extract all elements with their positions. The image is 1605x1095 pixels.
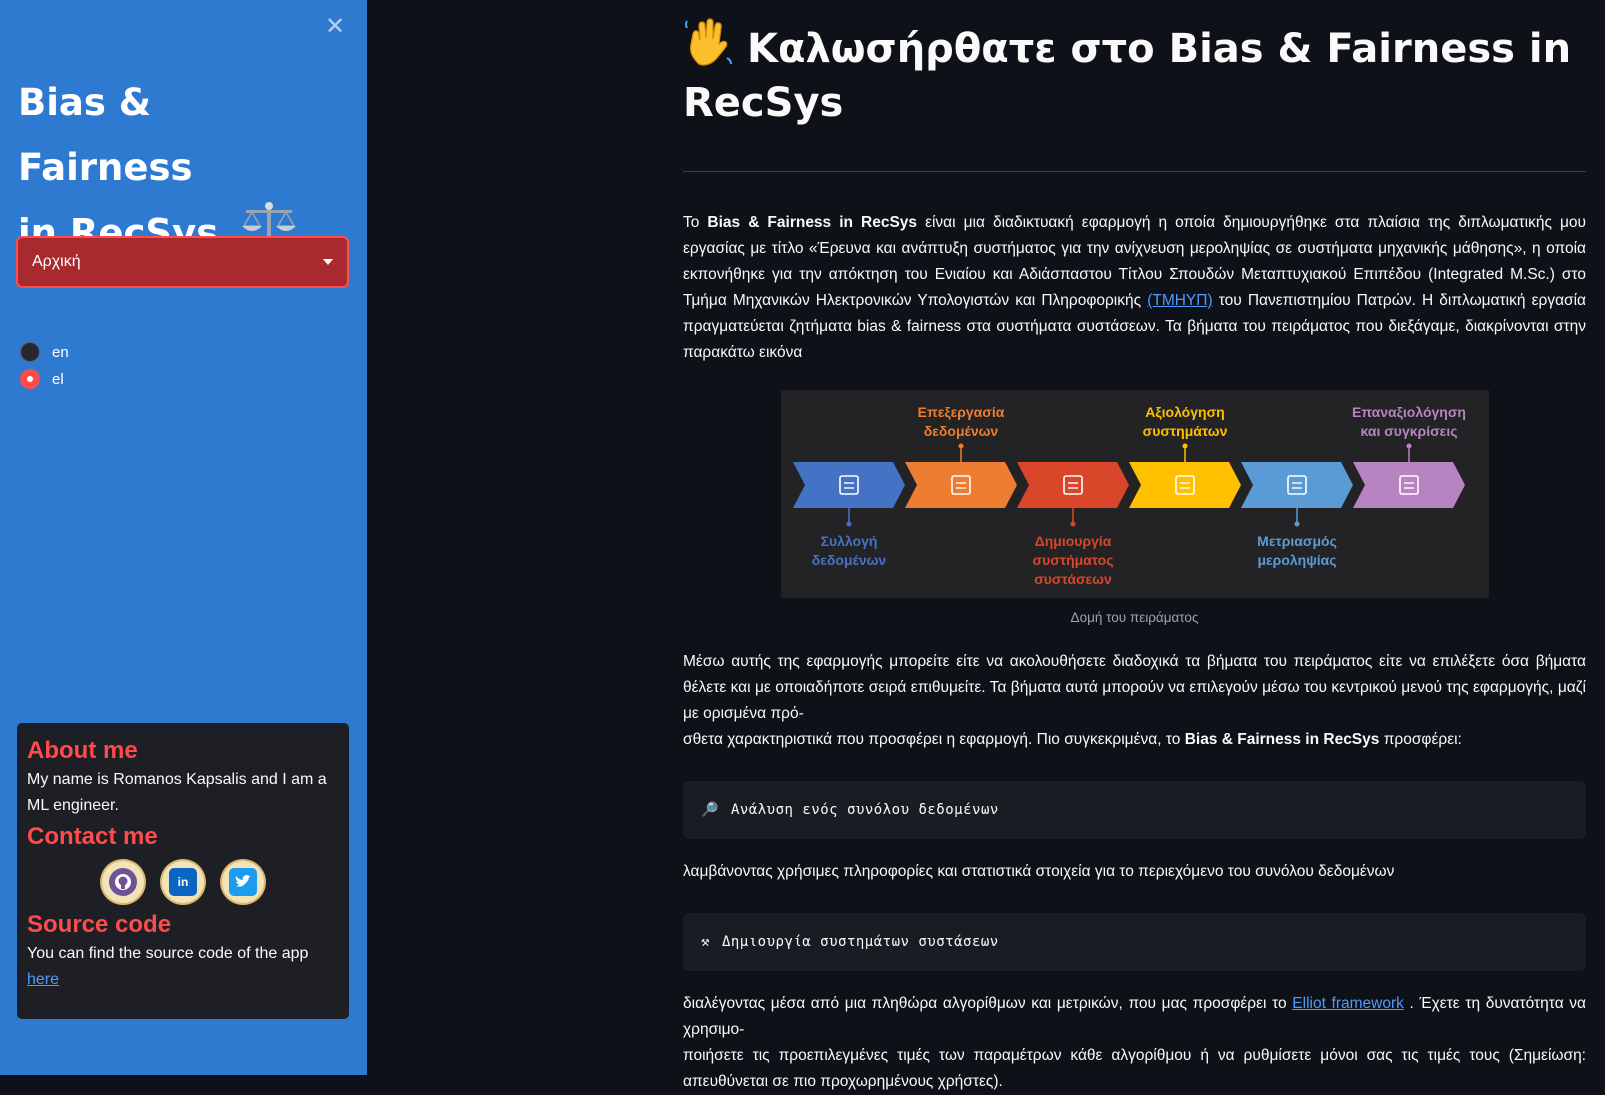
step-1: Συλλογή δεδομένων <box>792 462 905 568</box>
elliot-framework-link[interactable]: Elliot framework <box>1292 995 1404 1012</box>
feature2-text-1: διαλέγοντας μέσα από μια πληθώρα αλγορίθ… <box>683 995 1293 1012</box>
step-arrow <box>1240 462 1353 508</box>
step-arrow <box>1352 462 1465 508</box>
step-label: δεδομένων <box>923 423 998 439</box>
feature2-text-3: ποιήσετε τις προεπιλεγμένες τιμές των πα… <box>683 1047 1586 1090</box>
feature-label: Δημιουργία συστημάτων συστάσεων <box>721 934 999 950</box>
step-label: Αξιολόγηση <box>1145 404 1224 420</box>
source-heading: Source code <box>27 911 172 938</box>
step-4: Αξιολόγηση συστημάτων <box>1128 404 1241 508</box>
step-label: Επαναξιολόγηση <box>1352 404 1466 420</box>
language-option-en[interactable]: en <box>20 342 69 362</box>
twitter-icon[interactable] <box>222 861 264 903</box>
about-text: My name is Romanos Kapsalis and I am a M… <box>27 771 327 814</box>
step-label: Μετριασμός <box>1257 533 1337 549</box>
experiment-structure-figure: Συλλογή δεδομένων Επεξεργασία δεδομένων Δημι… <box>780 390 1489 598</box>
step-6: Επαναξιολόγηση και συγκρίσεις <box>1352 404 1466 508</box>
magnifier-icon: 🔎 <box>701 802 719 818</box>
close-sidebar-button[interactable]: ✕ <box>325 12 345 41</box>
figure-caption: Δομή του πειράματος <box>1070 610 1199 625</box>
step-arrow <box>1128 462 1241 508</box>
usage-text-3: προσφέρει: <box>1379 731 1462 748</box>
info-card: About me My name is Romanos Kapsalis and… <box>17 723 349 1019</box>
step-label: Επεξεργασία <box>917 404 1004 420</box>
github-icon[interactable] <box>102 861 144 903</box>
contact-heading: Contact me <box>27 823 158 850</box>
step-3: Δημιουργία συστήματος συστάσεων <box>1016 462 1129 587</box>
ceid-link[interactable]: (ΤΜΗΥΠ) <box>1147 292 1212 309</box>
linkedin-icon[interactable]: in <box>162 861 204 903</box>
language-label: el <box>52 370 64 388</box>
step-arrow <box>1016 462 1129 508</box>
divider <box>683 171 1586 172</box>
page-title: Καλωσήρθατε στο Bias & Fairness in RecSy… <box>683 18 1586 127</box>
intro-text-1: Το <box>683 214 708 231</box>
feature1-description: λαμβάνοντας χρήσιμες πληροφορίες και στα… <box>683 863 1395 880</box>
about-heading: About me <box>27 737 138 764</box>
main-content: Καλωσήρθατε στο Bias & Fairness in RecSy… <box>683 0 1586 1095</box>
contact-badges: in <box>27 861 339 903</box>
step-label: Δημιουργία <box>1034 533 1111 549</box>
page-title-text: Καλωσήρθατε στο Bias & Fairness in RecSy… <box>683 26 1572 126</box>
source-code-link[interactable]: here <box>27 971 59 988</box>
radio-button[interactable] <box>20 342 40 362</box>
feature-recsys-creation: ⚒ Δημιουργία συστημάτων συστάσεων <box>683 913 1586 971</box>
app-name-bold: Bias & Fairness in RecSys <box>707 214 918 231</box>
radio-button[interactable] <box>20 369 40 389</box>
step-label: συστημάτων <box>1142 423 1227 439</box>
feature-label: Ανάλυση ενός συνόλου δεδομένων <box>730 802 999 818</box>
feature-dataset-analysis: 🔎 Ανάλυση ενός συνόλου δεδομένων <box>683 781 1586 839</box>
usage-paragraph: Μέσω αυτής της εφαρμογής μπορείτε είτε ν… <box>683 649 1586 753</box>
language-option-el[interactable]: el <box>20 369 64 389</box>
usage-text-2: σθετα χαρακτηριστικά που προσφέρει η εφα… <box>683 731 1185 748</box>
usage-text-1: Μέσω αυτής της εφαρμογής μπορείτε είτε ν… <box>683 653 1586 722</box>
intro-paragraph: Το Bias & Fairness in RecSys είναι μια δ… <box>683 210 1586 366</box>
navigation-select[interactable]: Αρχική <box>16 236 349 288</box>
step-label: και συγκρίσεις <box>1360 423 1457 439</box>
step-label: Συλλογή <box>820 533 877 549</box>
step-label: δεδομένων <box>811 552 886 568</box>
step-label: συστάσεων <box>1034 571 1112 587</box>
step-label: συστήματος <box>1032 552 1113 568</box>
chevron-down-icon <box>323 259 333 265</box>
step-2: Επεξεργασία δεδομένων <box>904 404 1017 508</box>
source-text: You can find the source code of the app <box>27 945 309 962</box>
step-label: μεροληψίας <box>1257 552 1336 568</box>
hammer-pick-icon: ⚒ <box>701 934 710 950</box>
waving-hand-icon <box>683 18 733 79</box>
sidebar: ✕ Bias & Fairness in RecSys Αρχική en el <box>0 0 367 1075</box>
feature2-description: διαλέγοντας μέσα από μια πληθώρα αλγορίθ… <box>683 991 1586 1095</box>
step-5: Μετριασμός μεροληψίας <box>1240 462 1353 568</box>
sidebar-title-line1: Bias & Fairness <box>18 81 193 189</box>
navigation-select-value: Αρχική <box>32 253 81 270</box>
language-label: en <box>52 343 69 361</box>
step-arrow <box>792 462 905 508</box>
app-name-bold: Bias & Fairness in RecSys <box>1184 731 1380 748</box>
step-arrow <box>904 462 1017 508</box>
